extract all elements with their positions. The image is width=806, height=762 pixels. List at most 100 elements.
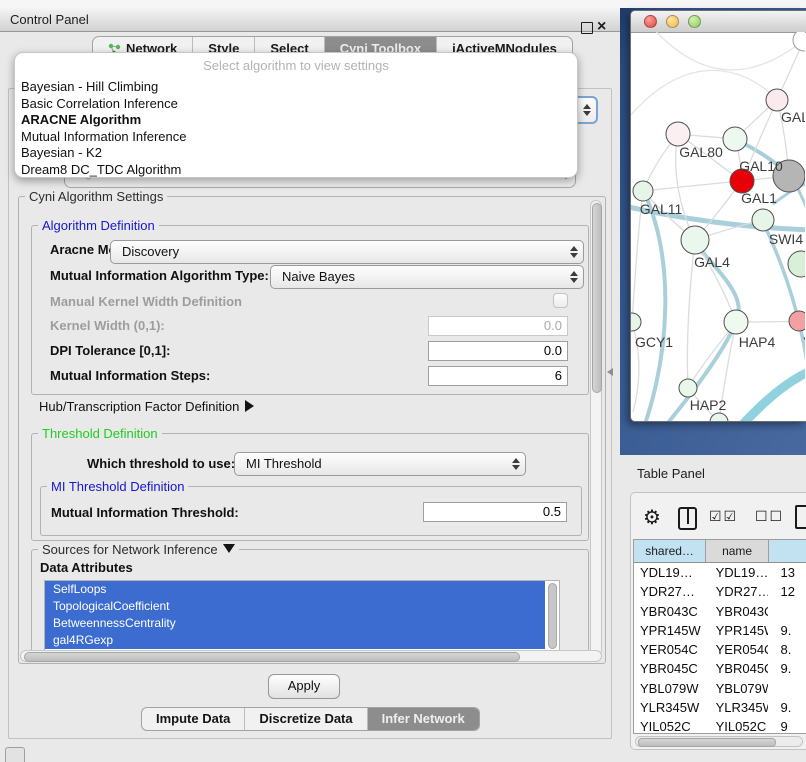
mi-steps-input[interactable]: 6 [428,366,568,386]
table-cell[interactable]: 9. [768,659,806,678]
attribute-item[interactable]: SelfLoops [45,581,545,598]
mi-type-combobox[interactable]: Naive Bayes [270,265,584,289]
gear-icon[interactable]: ⚙ [643,504,661,532]
table-cell[interactable]: YPR145W [706,621,769,640]
network-window-titlebar[interactable] [631,11,806,33]
settings-horizontal-scrollbar[interactable] [20,650,602,662]
tab-impute-data[interactable]: Impute Data [142,708,245,730]
table-row[interactable]: YBL079WYBL079W [634,679,806,698]
table-cell[interactable]: YPR145W [634,621,706,640]
node-label: HAP2 [690,397,727,413]
bottom-tabbar: Impute Data Discretize Data Infer Networ… [141,707,480,731]
table-cell[interactable]: YDL19… [706,563,769,582]
table-cell[interactable]: YDR27… [706,582,769,601]
table-cell[interactable]: YBR043C [634,602,706,621]
table-row[interactable]: YIL052CYIL052C9 [634,717,806,734]
network-view-window: GALGAL80GAL10GAL1GAL11SWI4GAL4GCY1HAP4YH… [630,10,806,422]
column-header-cut[interactable] [769,540,806,562]
table-cell[interactable]: YBR045C [634,659,706,678]
network-node[interactable] [681,226,709,254]
table-cell[interactable]: YER054C [706,640,769,659]
network-node[interactable] [631,313,641,331]
mi-threshold-input[interactable]: 0.5 [423,502,567,522]
network-node[interactable] [724,310,748,334]
table-cell[interactable]: 8. [768,640,806,659]
table-cell[interactable]: 12 [768,582,806,601]
attribute-item[interactable]: BetweennessCentrality [45,615,545,632]
clear-checkboxes-icon[interactable]: ☐☐ [755,508,784,525]
node-table: shared… name YDL19…YDL19…13YDR27…YDR27…1… [633,539,806,734]
close-window-icon[interactable] [644,15,657,28]
table-row[interactable]: YBR043CYBR043C [634,602,806,621]
close-panel-icon[interactable]: × [597,16,606,38]
network-node[interactable] [789,311,805,331]
apply-button[interactable]: Apply [268,674,340,699]
table-cell[interactable]: YIL052C [706,717,769,734]
document-icon[interactable] [795,505,806,529]
attribute-item[interactable]: gal4RGexp [45,632,545,649]
table-cell[interactable]: YLR345W [706,698,769,717]
dropdown-item[interactable]: Dream8 DC_TDC Algorithm [21,162,571,179]
settings-vertical-scrollbar[interactable] [590,200,602,656]
network-node[interactable] [766,89,788,111]
table-cell[interactable]: 13 [768,563,806,582]
sources-group-title[interactable]: Sources for Network Inference [38,542,239,557]
network-node[interactable] [666,122,690,146]
minimized-panel-button[interactable] [5,747,25,762]
table-cell[interactable]: YER054C [634,640,706,659]
tab-discretize-data[interactable]: Discretize Data [245,708,367,730]
network-node[interactable] [788,251,805,277]
table-cell[interactable]: YDR27… [634,582,706,601]
dropdown-item[interactable]: Bayesian - K2 [21,145,571,162]
network-node[interactable] [752,209,774,231]
list-scrollbar-thumb[interactable] [548,583,557,649]
table-cell[interactable] [768,602,806,621]
table-cell[interactable]: YLR345W [634,698,706,717]
table-horizontal-scrollbar[interactable] [635,736,803,747]
network-node[interactable] [633,181,653,201]
table-cell[interactable]: YBR045C [706,659,769,678]
dropdown-item[interactable]: Bayesian - Hill Climbing [21,79,571,96]
table-row[interactable]: YER054CYER054C8. [634,640,806,659]
list-scrollbar[interactable] [548,583,557,649]
table-cell[interactable]: YBR043C [706,602,769,621]
table-cell[interactable]: 9. [768,698,806,717]
table-cell[interactable]: YIL052C [634,717,706,734]
column-header-shared-name[interactable]: shared… [634,540,706,562]
zoom-window-icon[interactable] [688,15,701,28]
settings-hscroll-thumb[interactable] [24,652,520,662]
dropdown-item[interactable]: Mutual Information Inference [21,129,571,146]
table-hscroll-thumb[interactable] [638,738,776,747]
table-cell[interactable]: YBL079W [706,679,769,698]
table-row[interactable]: YDR27…YDR27…12 [634,582,806,601]
network-canvas[interactable]: GALGAL80GAL10GAL1GAL11SWI4GAL4GCY1HAP4YH… [631,32,805,421]
column-header-name[interactable]: name [706,540,769,562]
table-row[interactable]: YDL19…YDL19…13 [634,563,806,582]
minimize-window-icon[interactable] [666,15,679,28]
dpi-tolerance-input[interactable]: 0.0 [428,341,568,361]
network-node[interactable] [793,32,805,51]
float-panel-icon[interactable] [581,22,593,34]
table-row[interactable]: YLR345WYLR345W9. [634,698,806,717]
aracne-mode-combobox[interactable]: Discovery [110,240,584,264]
dropdown-item[interactable]: ARACNE Algorithm [21,112,571,129]
table-cell[interactable]: 9 [768,717,806,734]
tab-infer-network[interactable]: Infer Network [368,708,479,730]
network-node[interactable] [710,413,728,421]
table-cell[interactable]: YDL19… [634,563,706,582]
table-cell[interactable]: 9. [768,621,806,640]
table-row[interactable]: YPR145WYPR145W9. [634,621,806,640]
select-all-checkboxes-icon[interactable]: ☑☑ [709,508,738,525]
settings-vscroll-thumb[interactable] [592,203,602,393]
attribute-item[interactable]: TopologicalCoefficient [45,598,545,615]
columns-icon[interactable] [678,507,697,530]
dropdown-item[interactable]: Basic Correlation Inference [21,96,571,113]
which-threshold-combobox[interactable]: MI Threshold [234,452,526,476]
network-node[interactable] [679,379,697,397]
table-cell[interactable] [768,679,806,698]
table-cell[interactable]: YBL079W [634,679,706,698]
table-row[interactable]: YBR045CYBR045C9. [634,659,806,678]
panel-divider-handle[interactable] [607,368,613,376]
network-node[interactable] [723,127,747,151]
hub-definition-toggle[interactable]: Hub/Transcription Factor Definition [39,399,254,414]
